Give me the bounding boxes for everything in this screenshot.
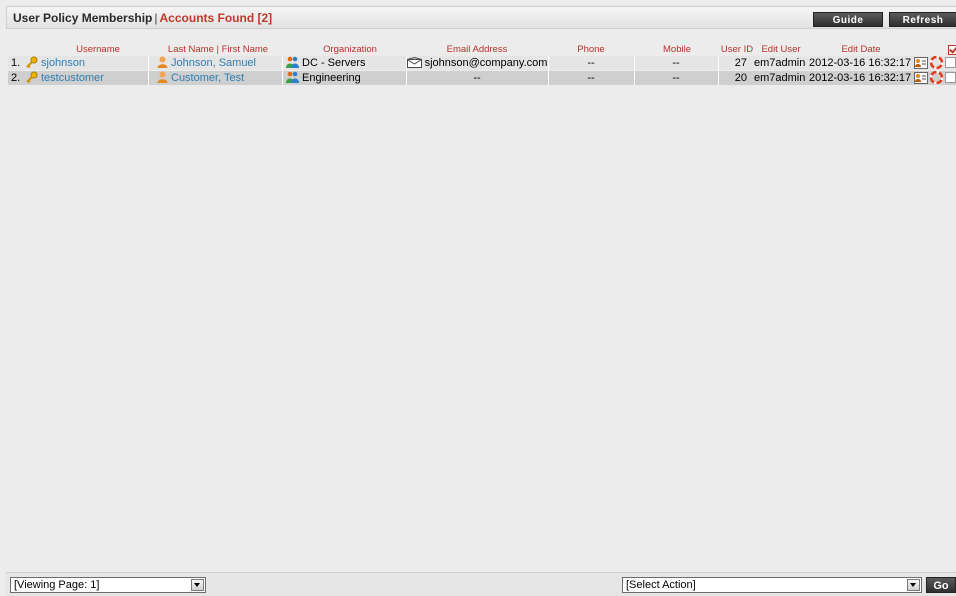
phone-cell: -- [587,72,595,84]
lifebuoy-icon[interactable] [930,56,943,69]
edit-date-cell: 2012-03-16 16:32:17 [809,57,912,69]
bottom-toolbar: [Viewing Page: 1] [Select Action] Go [6,572,956,596]
row-index: 2. [11,72,21,84]
row-checkbox[interactable] [945,57,956,68]
chevron-down-icon[interactable] [907,579,920,591]
mobile-cell: -- [672,72,680,84]
name-cell: Customer, Test [157,71,281,85]
email-cell: sjohnson@company.com [406,56,548,70]
col-header-edit-user[interactable]: Edit User [756,44,806,56]
user-icon [157,56,168,68]
mobile-cell: -- [672,57,680,69]
refresh-button[interactable]: Refresh [889,12,956,27]
name-link[interactable]: Customer, Test [171,72,244,84]
organization-name[interactable]: DC - Servers [302,57,366,69]
col-header-mobile[interactable]: Mobile [634,44,720,56]
user-icon [157,71,168,83]
key-icon [26,71,38,83]
edit-user-cell: em7admin [754,57,806,69]
title-text: User Policy Membership [13,11,153,25]
user-profile-icon[interactable] [914,72,928,84]
organization-name[interactable]: Engineering [302,72,361,84]
select-action-value: [Select Action] [626,579,696,591]
col-header-organization[interactable]: Organization [291,44,409,56]
chevron-down-icon[interactable] [191,579,204,591]
organization-icon [286,56,299,68]
username-link[interactable]: sjohnson [41,57,85,69]
email-cell: -- [473,72,481,84]
guide-button[interactable]: Guide [813,12,883,27]
phone-cell: -- [587,57,595,69]
email-icon[interactable] [406,57,422,68]
user-profile-icon[interactable] [914,57,928,69]
user-id-cell: 27 [734,57,747,69]
username-cell: sjohnson [26,56,146,70]
user-id-cell: 20 [734,72,747,84]
name-cell: Johnson, Samuel [157,56,281,70]
edit-user-cell: em7admin [754,72,806,84]
col-header-email[interactable]: Email Address [406,44,548,56]
title-separator: | [154,11,158,25]
organization-cell: Engineering [286,71,404,85]
table-row: 2. testcustomer Customer, Test Engineeri… [8,71,956,85]
lifebuoy-icon[interactable] [930,71,943,84]
top-toolbar: User Policy Membership | Accounts Found [2… [6,6,956,29]
col-header-user-id[interactable]: User ID [718,44,756,56]
key-icon [26,56,38,68]
organization-icon [286,71,299,83]
viewing-page-select[interactable]: [Viewing Page: 1] [10,577,206,593]
name-link[interactable]: Johnson, Samuel [171,57,256,69]
col-header-username[interactable]: Username [48,44,148,56]
go-button[interactable]: Go [926,577,956,593]
col-header-phone[interactable]: Phone [548,44,634,56]
table-row: 1. sjohnson Johnson, Samuel DC - Servers [8,56,956,70]
row-checkbox[interactable] [945,72,956,83]
col-header-name[interactable]: Last Name | First Name [153,44,283,56]
row-index: 1. [11,57,21,69]
username-link[interactable]: testcustomer [41,72,104,84]
username-cell: testcustomer [26,71,146,85]
accounts-found-count: Accounts Found [2] [159,11,273,25]
select-all-checkbox[interactable] [948,45,956,55]
viewing-page-value: [Viewing Page: 1] [14,579,100,591]
page-title: User Policy Membership | Accounts Found [2… [13,11,272,25]
col-header-edit-date[interactable]: Edit Date [808,44,914,56]
email-address[interactable]: sjohnson@company.com [425,57,548,69]
select-action-dropdown[interactable]: [Select Action] [622,577,922,593]
edit-date-cell: 2012-03-16 16:32:17 [809,72,912,84]
organization-cell: DC - Servers [286,56,404,70]
